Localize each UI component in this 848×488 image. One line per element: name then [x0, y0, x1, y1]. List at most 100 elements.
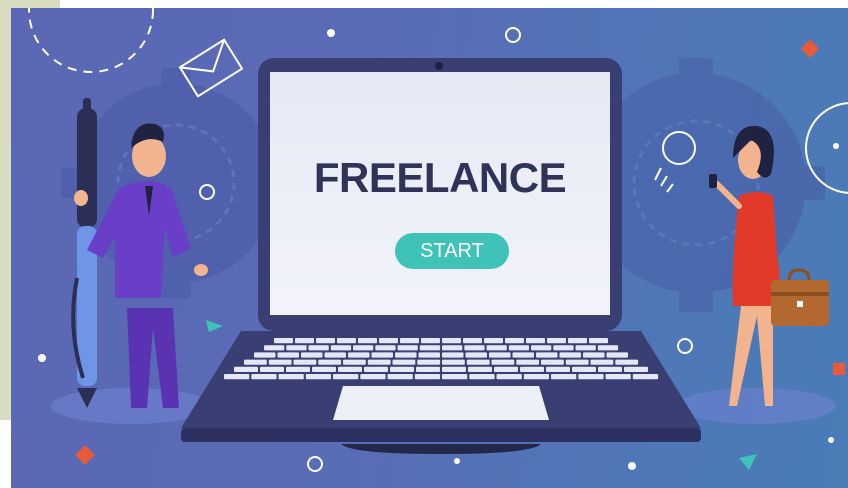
keyboard-key	[400, 338, 419, 344]
phone-icon	[709, 174, 717, 188]
keyboard-key	[541, 359, 564, 365]
keyboard-key	[379, 338, 398, 344]
keyboard-key	[468, 366, 492, 372]
keyboard-key	[523, 374, 550, 380]
keyboard-key	[546, 366, 570, 372]
laptop-screen: FREELANCE START	[258, 58, 622, 331]
keyboard-key	[353, 345, 374, 351]
keyboard-key	[496, 374, 522, 380]
keyboard-key	[463, 338, 482, 344]
keyboard-key	[442, 338, 461, 344]
keyboard-key	[469, 374, 495, 380]
keyboard-key	[583, 352, 605, 358]
keyboard-key	[338, 366, 362, 372]
keyboard-key	[421, 338, 440, 344]
keyboard-key	[553, 345, 574, 351]
keyboard-key	[417, 359, 441, 365]
keyboard-key	[578, 374, 604, 380]
keyboard-key	[348, 352, 370, 358]
freelance-headline: FREELANCE	[313, 154, 567, 201]
keyboard-key	[301, 352, 323, 358]
keyboard-key	[364, 366, 388, 372]
keyboard-key	[536, 352, 558, 358]
keyboard-key	[293, 359, 317, 365]
keyboard-key	[565, 359, 589, 365]
keyboard-key	[568, 338, 587, 344]
keyboard-key	[308, 345, 329, 351]
keyboard-key	[274, 338, 293, 344]
keyboard-key	[333, 374, 359, 380]
keyboard-key	[375, 345, 396, 351]
keyboard-key	[277, 352, 299, 358]
laptop-base	[181, 331, 701, 454]
keyboard-key	[466, 359, 490, 365]
keyboard-key	[260, 366, 284, 372]
keyboard-key	[234, 366, 258, 372]
floor-shadow	[676, 388, 836, 424]
keyboard-key	[597, 345, 619, 351]
keyboard-key	[464, 345, 485, 351]
keyboard-key	[224, 374, 250, 380]
keyboard-key	[491, 359, 515, 365]
keyboard-key	[442, 374, 468, 380]
keyboard-key	[442, 359, 465, 365]
keyboard-key	[575, 345, 596, 351]
keyboard-key	[505, 338, 524, 344]
webcam-icon	[435, 62, 443, 70]
keyboard-key	[598, 366, 622, 372]
keyboard-key	[390, 366, 414, 372]
keyboard-key	[418, 352, 440, 358]
dashed-circle-decoration	[28, 8, 154, 73]
keyboard-key	[414, 374, 441, 380]
keyboard-key	[264, 345, 285, 351]
keyboard-key	[486, 345, 507, 351]
keyboard-key	[312, 366, 336, 372]
keyboard-key	[367, 359, 391, 365]
keyboard-key	[489, 352, 511, 358]
keyboard-key	[508, 345, 530, 351]
keyboard-key	[397, 345, 418, 351]
keyboard-key	[360, 374, 386, 380]
keyboard-key	[632, 374, 659, 380]
keyboard-key	[590, 359, 614, 365]
keyboard-key	[278, 374, 304, 380]
keyboard-key	[526, 338, 545, 344]
keyboard-key	[318, 359, 342, 365]
keyboard-key	[465, 352, 487, 358]
keyboard-key	[442, 352, 464, 358]
keyboard-key	[324, 352, 346, 358]
keyboard-key	[254, 352, 276, 358]
keyboard-key	[316, 338, 335, 344]
keyboard-key	[358, 338, 377, 344]
freelance-banner: FREELANCE START	[11, 8, 848, 488]
keyboard-key	[244, 359, 267, 365]
keyboard-key	[494, 366, 518, 372]
keyboard-key	[605, 374, 631, 380]
keyboard-key	[589, 338, 608, 344]
keyboard-key	[520, 366, 544, 372]
keyboard-key	[419, 345, 441, 351]
screen-display: FREELANCE START	[270, 72, 610, 315]
keyboard-key	[251, 374, 277, 380]
keyboard-key	[442, 345, 463, 351]
keyboard-key	[371, 352, 393, 358]
keyboard-key	[624, 366, 648, 372]
keyboard-key	[295, 338, 314, 344]
briefcase-icon	[771, 268, 829, 326]
keyboard-key	[559, 352, 581, 358]
keyboard-key	[392, 359, 416, 365]
keyboard-key	[551, 374, 577, 380]
keyboard-key	[416, 366, 440, 372]
keyboard-key	[286, 345, 307, 351]
keyboard-key	[531, 345, 552, 351]
start-button[interactable]: START	[395, 233, 509, 269]
keyboard-key	[484, 338, 503, 344]
keyboard-key	[572, 366, 596, 372]
keyboard-key	[286, 366, 310, 372]
keyboard-key	[337, 338, 356, 344]
keyboard-key	[343, 359, 366, 365]
keyboard-key	[606, 352, 628, 358]
keyboard-key	[615, 359, 639, 365]
keyboard-key	[268, 359, 292, 365]
keyboard-key	[442, 366, 466, 372]
